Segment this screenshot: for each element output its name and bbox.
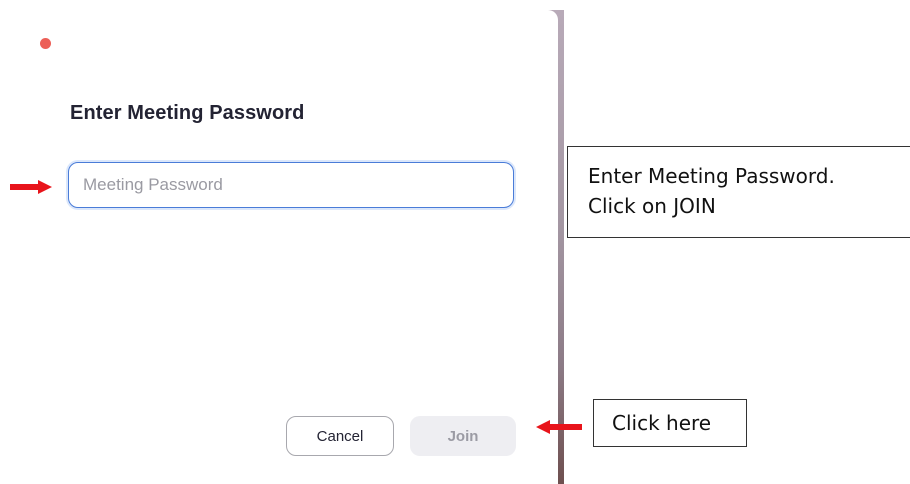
password-instruction-callout: Enter Meeting Password. Click on JOIN bbox=[567, 146, 910, 238]
red-arrow-right-icon bbox=[10, 180, 52, 194]
join-button[interactable]: Join bbox=[410, 416, 516, 456]
red-arrow-left-icon bbox=[536, 420, 582, 434]
close-dot-icon[interactable] bbox=[40, 38, 51, 49]
password-dialog: Enter Meeting Password Cancel Join bbox=[20, 10, 558, 484]
callout-text-line: Enter Meeting Password. bbox=[588, 164, 835, 188]
meeting-password-input[interactable] bbox=[68, 162, 514, 208]
join-instruction-callout: Click here bbox=[593, 399, 747, 447]
callout-text-line: Click on JOIN bbox=[588, 194, 716, 218]
cancel-button[interactable]: Cancel bbox=[286, 416, 394, 456]
dialog-title: Enter Meeting Password bbox=[70, 102, 305, 124]
